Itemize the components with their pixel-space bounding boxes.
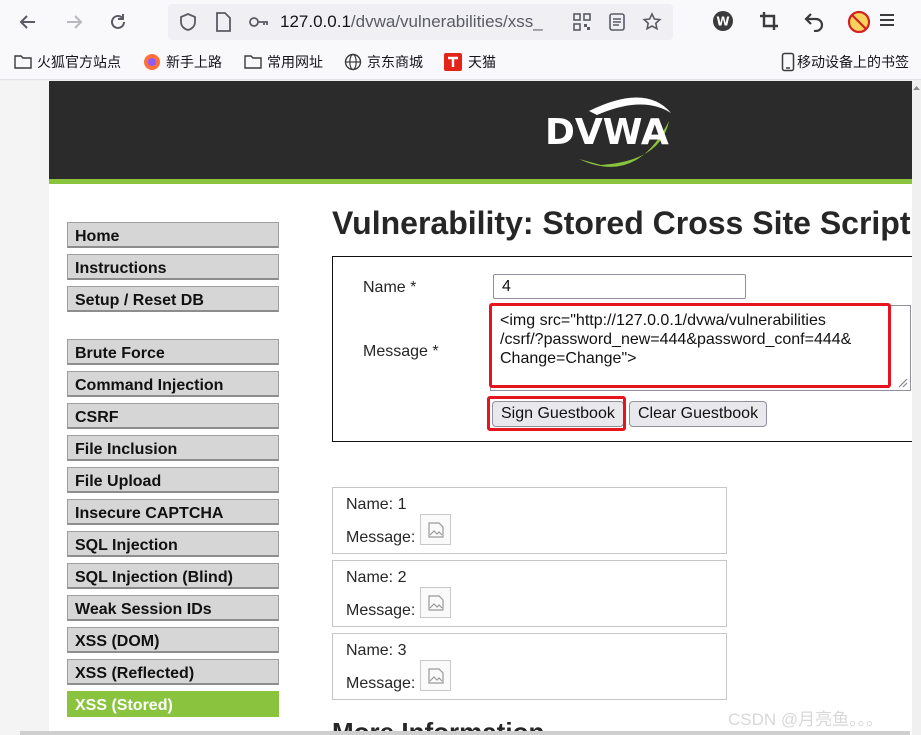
scroll-up-arrow-icon[interactable]: [912, 83, 921, 93]
menu-item-command-injection[interactable]: Command Injection: [67, 371, 279, 397]
bookmark-label: 移动设备上的书签: [797, 54, 909, 70]
entry-message-label: Message:: [346, 529, 416, 546]
menu-item-file-upload[interactable]: File Upload: [67, 467, 279, 493]
name-label: Name *: [363, 279, 417, 296]
menu-item-xss-stored[interactable]: XSS (Stored): [67, 691, 279, 717]
folder-icon: [14, 54, 32, 70]
qr-code-icon[interactable]: [572, 12, 592, 32]
bookmark-label: 京东商城: [367, 54, 423, 70]
broken-image-icon: [420, 660, 451, 691]
firefox-icon: [143, 53, 161, 71]
back-icon[interactable]: [14, 8, 42, 36]
menu-item-xss-dom[interactable]: XSS (DOM): [67, 627, 279, 653]
bookmark-item[interactable]: 天猫: [443, 52, 496, 72]
mobile-bookmarks[interactable]: 移动设备上的书签: [781, 52, 909, 72]
entry-message-label: Message:: [346, 602, 416, 619]
extension-w-icon[interactable]: W: [712, 10, 734, 32]
page-viewport: DVWA Home Instructions Setup / Reset DB …: [0, 81, 921, 735]
shield-icon[interactable]: [178, 12, 198, 32]
menu-item-xss-reflected[interactable]: XSS (Reflected): [67, 659, 279, 685]
menu-item-weak-session-ids[interactable]: Weak Session IDs: [67, 595, 279, 621]
bookmark-item[interactable]: 京东商城: [344, 52, 423, 72]
bookmarks-bar: 火狐官方站点 新手上路 常用网址 京东商城 天猫 移动设备上的书签: [0, 44, 921, 80]
page-title: Vulnerability: Stored Cross Site Scripti…: [332, 205, 921, 241]
menu-item-brute-force[interactable]: Brute Force: [67, 339, 279, 365]
reader-view-icon[interactable]: [608, 12, 626, 32]
key-icon[interactable]: [248, 12, 270, 32]
guestbook-form: Name * Message * <img src="http://127.0.…: [332, 256, 921, 442]
crop-icon[interactable]: [758, 10, 780, 32]
browser-toolbar: 127.0.0.1/dvwa/vulnerabilities/xss_ W: [0, 0, 921, 44]
entry-name: Name: 3: [346, 642, 407, 659]
menu-item-setup[interactable]: Setup / Reset DB: [67, 286, 279, 312]
page-icon[interactable]: [214, 12, 232, 32]
entry-message-label: Message:: [346, 675, 416, 692]
horizontal-scrollbar[interactable]: [20, 731, 910, 735]
menu-item-instructions[interactable]: Instructions: [67, 254, 279, 280]
vertical-scrollbar[interactable]: [912, 81, 921, 735]
tmall-icon: [443, 52, 463, 72]
reload-icon[interactable]: [104, 8, 132, 36]
bookmark-label: 常用网址: [267, 54, 323, 70]
menu-item-insecure-captcha[interactable]: Insecure CAPTCHA: [67, 499, 279, 525]
menu-item-csrf[interactable]: CSRF: [67, 403, 279, 429]
folder-icon: [244, 54, 262, 70]
bookmark-item[interactable]: 火狐官方站点: [14, 52, 121, 72]
highlight-box-message: [489, 303, 891, 388]
guestbook-entry: Name: 2 Message:: [332, 560, 727, 627]
mobile-device-icon: [781, 52, 795, 72]
guestbook-entry: Name: 3 Message:: [332, 633, 727, 700]
svg-text:W: W: [716, 15, 729, 29]
menu-item-sql-injection[interactable]: SQL Injection: [67, 531, 279, 557]
message-label: Message *: [363, 343, 439, 360]
url-bar[interactable]: 127.0.0.1/dvwa/vulnerabilities/xss_: [168, 4, 673, 40]
bookmark-item[interactable]: 新手上路: [143, 52, 222, 72]
no-script-icon[interactable]: [847, 10, 871, 34]
globe-icon: [344, 53, 362, 71]
bookmark-label: 火狐官方站点: [37, 54, 121, 70]
bookmark-star-icon[interactable]: [642, 12, 662, 32]
name-input[interactable]: [493, 274, 746, 299]
watermark: CSDN @月亮鱼。。。: [728, 710, 884, 729]
entry-name: Name: 2: [346, 569, 407, 586]
url-text: 127.0.0.1/dvwa/vulnerabilities/xss_: [280, 12, 543, 31]
guestbook-entry: Name: 1 Message:: [332, 487, 727, 554]
broken-image-icon: [420, 587, 451, 618]
entry-name: Name: 1: [346, 496, 407, 513]
bookmark-label: 新手上路: [166, 54, 222, 70]
bookmark-label: 天猫: [468, 54, 496, 70]
broken-image-icon: [420, 514, 451, 545]
menu-icon[interactable]: [877, 10, 897, 30]
dvwa-header: DVWA: [49, 81, 921, 184]
menu-item-sql-injection-blind[interactable]: SQL Injection (Blind): [67, 563, 279, 589]
clear-guestbook-button[interactable]: Clear Guestbook: [629, 401, 768, 427]
menu-item-home[interactable]: Home: [67, 222, 279, 248]
dvwa-logo: DVWA: [545, 97, 671, 167]
menu-item-file-inclusion[interactable]: File Inclusion: [67, 435, 279, 461]
forward-icon[interactable]: [60, 8, 88, 36]
highlight-box-sign: [487, 396, 626, 431]
svg-text:DVWA: DVWA: [545, 112, 669, 153]
bookmark-item[interactable]: 常用网址: [244, 52, 323, 72]
dvwa-page: DVWA Home Instructions Setup / Reset DB …: [49, 81, 921, 735]
undo-icon[interactable]: [803, 10, 825, 32]
resize-grip-icon[interactable]: [896, 376, 908, 388]
